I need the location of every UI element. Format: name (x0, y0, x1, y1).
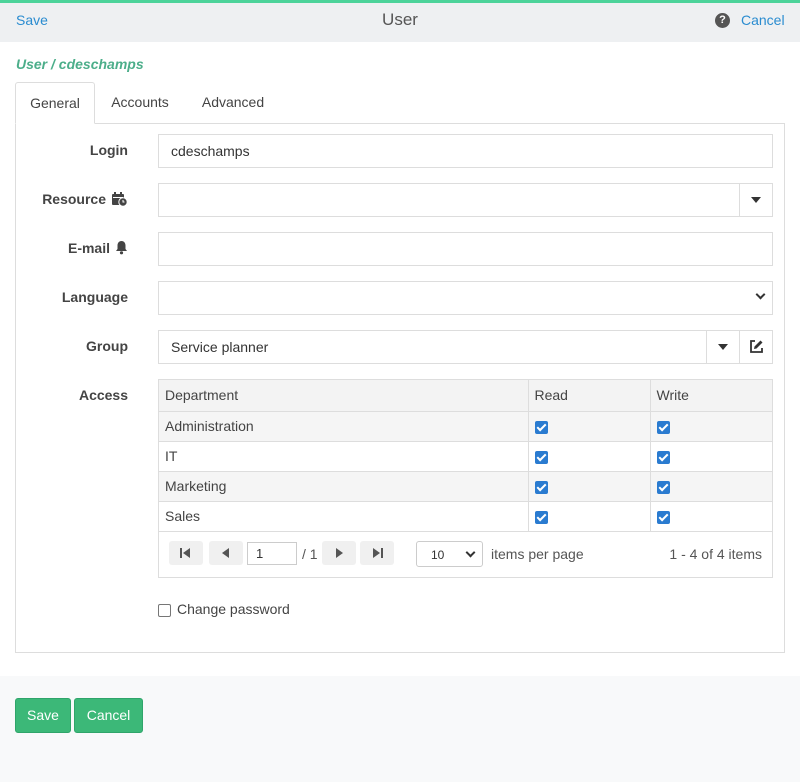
read-checkbox[interactable] (534, 480, 548, 494)
grid-pager: 1 / 1 10 items per page 1 - 4 of 4 items (159, 531, 772, 577)
column-header-department[interactable]: Department (159, 380, 529, 412)
total-pages: / 1 (302, 546, 318, 562)
resource-dropdown-button[interactable] (739, 184, 772, 216)
page-size-select[interactable]: 10 (416, 541, 483, 567)
language-select[interactable] (158, 281, 773, 315)
column-header-read[interactable]: Read (528, 380, 651, 412)
caret-down-icon (751, 197, 761, 203)
department-cell: Marketing (159, 471, 529, 502)
group-value: Service planner (171, 339, 269, 355)
write-cell (650, 441, 772, 472)
help-icon[interactable]: ? (715, 13, 730, 28)
access-grid: Department Read Write Administration IT … (158, 379, 773, 578)
first-page-icon (180, 548, 190, 558)
page-input[interactable]: 1 (247, 542, 297, 565)
calendar-clock-icon (111, 191, 128, 207)
read-checkbox[interactable] (534, 510, 548, 524)
header-bar: Save User ? Cancel (0, 3, 800, 42)
caret-down-icon (718, 344, 728, 350)
department-cell: Administration (159, 411, 529, 442)
table-row[interactable]: Sales (159, 501, 772, 532)
write-cell (650, 471, 772, 502)
email-label: E-mail (67, 240, 110, 256)
email-field[interactable] (158, 232, 773, 266)
table-row[interactable]: Administration (159, 411, 772, 442)
read-cell (528, 501, 651, 532)
department-cell: Sales (159, 501, 529, 532)
tab-general[interactable]: General (15, 82, 95, 124)
arrow-right-icon (336, 548, 343, 558)
resource-label: Resource (42, 191, 106, 207)
bell-icon (115, 240, 128, 255)
breadcrumb: User / cdeschamps (16, 56, 144, 72)
column-header-write[interactable]: Write (650, 380, 772, 412)
main-content: User / cdeschamps General Accounts Advan… (0, 42, 800, 782)
write-checkbox[interactable] (656, 480, 670, 494)
table-row[interactable]: Marketing (159, 471, 772, 502)
login-value: cdeschamps (171, 143, 250, 159)
next-page-button[interactable] (322, 541, 356, 565)
group-dropdown-button[interactable] (706, 331, 739, 363)
table-row[interactable]: IT (159, 441, 772, 472)
write-cell (650, 501, 772, 532)
edit-icon (749, 339, 764, 354)
last-page-icon (373, 548, 383, 558)
language-label: Language (61, 289, 128, 305)
group-edit-button[interactable] (739, 331, 772, 363)
page-title: User (382, 10, 418, 29)
write-checkbox[interactable] (656, 510, 670, 524)
chevron-down-icon (755, 289, 766, 300)
last-page-button[interactable] (360, 541, 394, 565)
read-checkbox[interactable] (534, 450, 548, 464)
login-label: Login (89, 142, 128, 158)
tab-accounts[interactable]: Accounts (100, 82, 180, 124)
general-panel: Login cdeschamps Resource E-mail Languag… (15, 123, 785, 653)
footer-bar: Save Cancel (0, 676, 800, 782)
resource-dropdown[interactable] (158, 183, 773, 217)
department-cell: IT (159, 441, 529, 472)
chevron-down-icon (465, 547, 476, 558)
header-cancel-button[interactable]: Cancel (741, 12, 785, 28)
read-cell (528, 411, 651, 442)
read-checkbox[interactable] (534, 420, 548, 434)
footer-cancel-button[interactable]: Cancel (74, 698, 143, 733)
first-page-button[interactable] (169, 541, 203, 565)
access-label: Access (78, 387, 128, 403)
write-checkbox[interactable] (656, 420, 670, 434)
change-password-checkbox[interactable] (158, 604, 171, 617)
read-cell (528, 441, 651, 472)
write-cell (650, 411, 772, 442)
write-checkbox[interactable] (656, 450, 670, 464)
group-dropdown[interactable]: Service planner (158, 330, 773, 364)
page-size-value: 10 (431, 548, 445, 562)
login-field[interactable]: cdeschamps (158, 134, 773, 168)
tab-advanced[interactable]: Advanced (193, 82, 273, 124)
footer-save-button[interactable]: Save (15, 698, 71, 733)
prev-page-button[interactable] (209, 541, 243, 565)
pager-summary: 1 - 4 of 4 items (669, 546, 762, 562)
items-per-page-label: items per page (491, 546, 584, 562)
read-cell (528, 471, 651, 502)
group-label: Group (86, 338, 128, 354)
arrow-left-icon (222, 548, 229, 558)
change-password-label[interactable]: Change password (177, 601, 290, 617)
